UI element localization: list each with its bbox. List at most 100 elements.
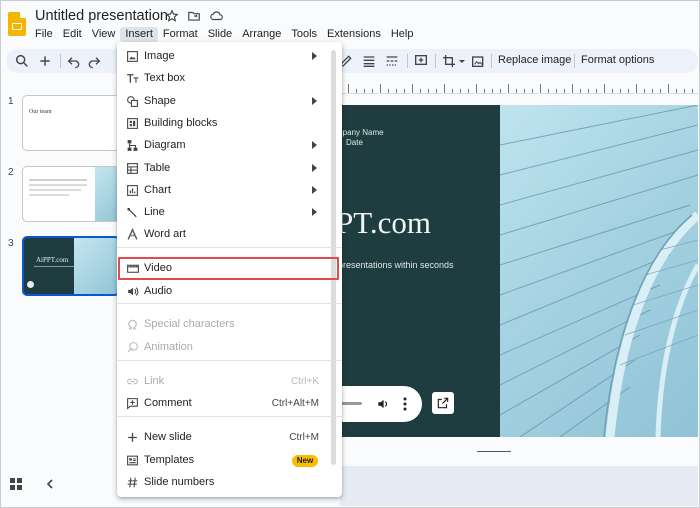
ruler-tick <box>372 89 373 93</box>
video-progress-bar[interactable] <box>340 402 362 405</box>
menu-extensions[interactable]: Extensions <box>322 27 386 42</box>
format-options-button[interactable]: Format options <box>581 54 654 66</box>
submenu-arrow-icon <box>312 186 317 194</box>
menu-item-text-box[interactable]: Text box <box>117 68 331 90</box>
volume-icon[interactable] <box>376 397 390 414</box>
menu-item-diagram[interactable]: Diagram <box>117 135 331 157</box>
comment-icon <box>126 397 139 410</box>
menu-format[interactable]: Format <box>158 27 203 42</box>
ruler-tick <box>404 89 405 93</box>
menu-item-building-blocks[interactable]: Building blocks <box>117 113 331 135</box>
collapse-panel-icon[interactable] <box>44 478 56 493</box>
menu-item-shape[interactable]: Shape <box>117 91 331 113</box>
more-vert-icon[interactable] <box>402 397 408 414</box>
search-menus-icon[interactable] <box>14 53 30 69</box>
ruler-tick <box>468 89 469 93</box>
menu-item-chart[interactable]: Chart <box>117 180 331 202</box>
date-text[interactable]: Date <box>346 138 363 147</box>
ruler-tick <box>548 89 549 93</box>
speaker-notes-handle[interactable] <box>477 451 511 452</box>
slide-title-text[interactable]: PT.com <box>340 205 431 241</box>
menu-item-shortcut: Ctrl+K <box>290 376 319 387</box>
menu-help[interactable]: Help <box>386 27 419 42</box>
line-dash-icon[interactable] <box>384 53 400 69</box>
slide-thumbnail-2[interactable] <box>22 166 120 222</box>
ruler-tick <box>676 89 677 93</box>
document-title[interactable]: Untitled presentation <box>35 8 168 24</box>
slide-number: 1 <box>8 96 14 107</box>
undo-icon[interactable] <box>66 53 82 69</box>
reset-image-icon[interactable] <box>470 53 486 69</box>
menu-item-animation: Animation <box>117 337 331 359</box>
menu-item-table[interactable]: Table <box>117 158 331 180</box>
ruler-tick <box>516 89 517 93</box>
menu-divider <box>117 360 342 361</box>
menu-item-new-slide[interactable]: New slide Ctrl+M <box>117 427 331 449</box>
animation-icon <box>126 341 139 354</box>
ruler-tick <box>652 89 653 93</box>
menu-slide[interactable]: Slide <box>203 27 237 42</box>
slide-thumbnail-1[interactable]: Our team <box>22 95 120 151</box>
menu-bar: File Edit View Insert Format Slide Arran… <box>30 27 418 42</box>
ruler-tick <box>524 89 525 93</box>
menu-item-slide-numbers[interactable]: Slide numbers <box>117 472 331 494</box>
chevron-down-icon[interactable] <box>457 53 467 69</box>
new-slide-plus-icon[interactable] <box>37 53 53 69</box>
ruler-tick <box>612 89 613 93</box>
building-photo[interactable] <box>500 105 698 437</box>
ruler-tick <box>604 84 605 93</box>
crop-icon[interactable] <box>441 53 457 69</box>
menu-item-label: Table <box>144 162 171 174</box>
menu-item-image[interactable]: Image <box>117 46 331 68</box>
ruler-tick <box>572 84 573 93</box>
menu-divider <box>117 416 342 417</box>
menu-item-comment[interactable]: Comment Ctrl+Alt+M <box>117 393 331 415</box>
chart-icon <box>126 184 139 197</box>
menu-item-label: Word art <box>144 228 186 240</box>
company-name-text[interactable]: mpany Name <box>340 128 384 137</box>
line-weight-icon[interactable] <box>361 53 377 69</box>
ruler-tick <box>636 84 637 93</box>
replace-image-button[interactable]: Replace image <box>498 54 571 66</box>
menu-edit[interactable]: Edit <box>58 27 87 42</box>
speaker-notes-panel[interactable] <box>340 466 698 506</box>
templates-icon <box>126 454 139 467</box>
menu-item-word-art[interactable]: Word art <box>117 224 331 246</box>
menu-item-shortcut: Ctrl+M <box>289 432 319 443</box>
menu-item-label: Special characters <box>144 318 235 330</box>
menu-item-label: New slide <box>144 431 192 443</box>
menu-divider <box>117 247 342 248</box>
submenu-arrow-icon <box>312 164 317 172</box>
menu-item-templates[interactable]: Templates New <box>117 450 331 472</box>
slides-logo-icon[interactable] <box>8 12 26 36</box>
grid-view-icon[interactable] <box>10 478 22 493</box>
ruler-tick <box>580 89 581 93</box>
menu-view[interactable]: View <box>87 27 121 42</box>
menu-item-label: Link <box>144 375 165 387</box>
menu-arrange[interactable]: Arrange <box>237 27 286 42</box>
star-icon[interactable] <box>165 9 179 23</box>
slide-thumbnail-3[interactable]: AiPPT.com <box>22 236 120 296</box>
slide-subtitle-text[interactable]: presentations within seconds <box>340 260 454 270</box>
ruler-tick <box>428 89 429 93</box>
ruler-tick <box>436 89 437 93</box>
menu-item-audio[interactable]: Audio <box>117 281 331 303</box>
video-controls[interactable] <box>340 386 422 422</box>
redo-icon[interactable] <box>86 53 102 69</box>
menu-item-line[interactable]: Line <box>117 202 331 224</box>
ruler-tick <box>628 89 629 93</box>
hash-icon <box>126 476 139 489</box>
add-comment-icon[interactable] <box>413 53 429 69</box>
menu-item-video[interactable]: Video <box>117 258 331 280</box>
cloud-status-icon[interactable] <box>209 9 223 23</box>
open-in-new-button[interactable] <box>432 392 454 414</box>
thumb-video-marker <box>27 281 34 288</box>
move-folder-icon[interactable] <box>187 9 201 23</box>
toolbar: Replace image Format options <box>6 49 698 73</box>
shape-icon <box>126 95 139 108</box>
menu-item-label: Slide numbers <box>144 476 215 488</box>
menu-tools[interactable]: Tools <box>286 27 322 42</box>
menu-insert[interactable]: Insert <box>120 27 158 42</box>
menu-file[interactable]: File <box>30 27 58 42</box>
menu-scrollbar[interactable] <box>331 50 336 465</box>
